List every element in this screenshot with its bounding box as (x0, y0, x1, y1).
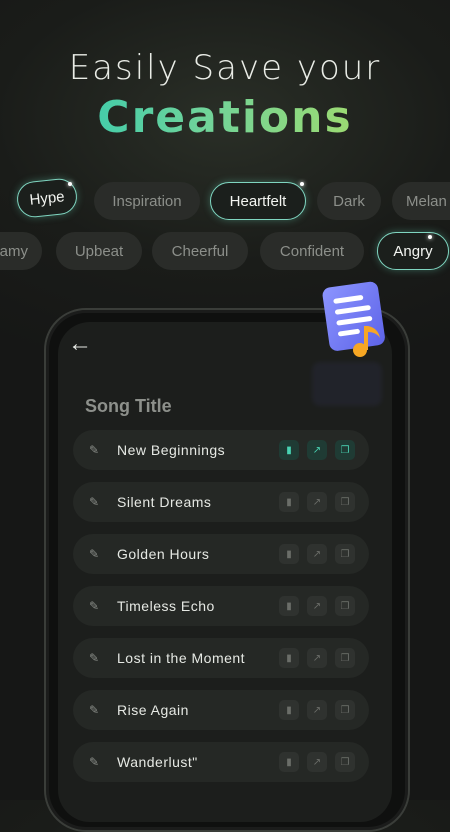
share-icon[interactable]: ↗ (307, 440, 327, 460)
sparkle-icon (300, 182, 304, 186)
sparkle-icon (68, 182, 72, 186)
song-row[interactable]: ✎ New Beginnings ▮ ↗ ❐ (73, 430, 369, 470)
share-icon[interactable]: ↗ (307, 492, 327, 512)
share-icon[interactable]: ↗ (307, 752, 327, 772)
song-title: Wanderlust" (117, 754, 198, 770)
row-actions: ▮ ↗ ❐ (279, 440, 355, 460)
back-arrow-icon[interactable]: ← (68, 330, 92, 358)
song-row[interactable]: ✎ Golden Hours ▮ ↗ ❐ (73, 534, 369, 574)
song-title: Rise Again (117, 702, 189, 718)
share-icon[interactable]: ↗ (307, 700, 327, 720)
trash-icon[interactable]: ▮ (279, 596, 299, 616)
trash-icon[interactable]: ▮ (279, 440, 299, 460)
pencil-icon[interactable]: ✎ (89, 703, 103, 717)
section-title: Song Title (85, 396, 172, 416)
row-actions: ▮ ↗ ❐ (279, 544, 355, 564)
pencil-icon[interactable]: ✎ (89, 599, 103, 613)
share-icon[interactable]: ↗ (307, 544, 327, 564)
mood-chip-melan[interactable]: Melan (392, 182, 450, 220)
song-title: Lost in the Moment (117, 650, 246, 666)
mood-chip-dark[interactable]: Dark (317, 182, 381, 220)
pencil-icon[interactable]: ✎ (89, 651, 103, 665)
copy-icon[interactable]: ❐ (335, 544, 355, 564)
row-actions: ▮ ↗ ❐ (279, 700, 355, 720)
pencil-icon[interactable]: ✎ (89, 443, 103, 457)
trash-icon[interactable]: ▮ (279, 752, 299, 772)
lyrics-document-icon (322, 281, 385, 357)
song-title: Timeless Echo (117, 598, 215, 614)
song-row[interactable]: ✎ Timeless Echo ▮ ↗ ❐ (73, 586, 369, 626)
copy-icon[interactable]: ❐ (335, 596, 355, 616)
pencil-icon[interactable]: ✎ (89, 755, 103, 769)
song-title: New Beginnings (117, 442, 226, 458)
doc-reflection (312, 362, 382, 406)
row-actions: ▮ ↗ ❐ (279, 596, 355, 616)
mood-chip-heartfelt[interactable]: Heartfelt (210, 182, 306, 220)
pencil-icon[interactable]: ✎ (89, 547, 103, 561)
trash-icon[interactable]: ▮ (279, 492, 299, 512)
mood-chip-amy[interactable]: amy (0, 232, 42, 270)
copy-icon[interactable]: ❐ (335, 492, 355, 512)
mood-chip-upbeat[interactable]: Upbeat (56, 232, 142, 270)
song-row[interactable]: ✎ Wanderlust" ▮ ↗ ❐ (73, 742, 369, 782)
headline: Easily Save your Creations (0, 48, 450, 143)
mood-chip-angry[interactable]: Angry (377, 232, 449, 270)
trash-icon[interactable]: ▮ (279, 648, 299, 668)
copy-icon[interactable]: ❐ (335, 752, 355, 772)
headline-line2: Creations (0, 92, 450, 143)
headline-line1: Easily Save your (68, 48, 382, 88)
song-title: Silent Dreams (117, 494, 212, 510)
row-actions: ▮ ↗ ❐ (279, 648, 355, 668)
copy-icon[interactable]: ❐ (335, 700, 355, 720)
song-row[interactable]: ✎ Lost in the Moment ▮ ↗ ❐ (73, 638, 369, 678)
song-row[interactable]: ✎ Rise Again ▮ ↗ ❐ (73, 690, 369, 730)
song-title: Golden Hours (117, 546, 210, 562)
share-icon[interactable]: ↗ (307, 648, 327, 668)
copy-icon[interactable]: ❐ (335, 648, 355, 668)
pencil-icon[interactable]: ✎ (89, 495, 103, 509)
mood-chip-confident[interactable]: Confident (260, 232, 364, 270)
share-icon[interactable]: ↗ (307, 596, 327, 616)
row-actions: ▮ ↗ ❐ (279, 752, 355, 772)
copy-icon[interactable]: ❐ (335, 440, 355, 460)
trash-icon[interactable]: ▮ (279, 544, 299, 564)
mood-chip-cheerful[interactable]: Cheerful (152, 232, 248, 270)
song-row[interactable]: ✎ Silent Dreams ▮ ↗ ❐ (73, 482, 369, 522)
trash-icon[interactable]: ▮ (279, 700, 299, 720)
mood-chip-inspiration[interactable]: Inspiration (94, 182, 200, 220)
row-actions: ▮ ↗ ❐ (279, 492, 355, 512)
sparkle-icon (428, 235, 432, 239)
